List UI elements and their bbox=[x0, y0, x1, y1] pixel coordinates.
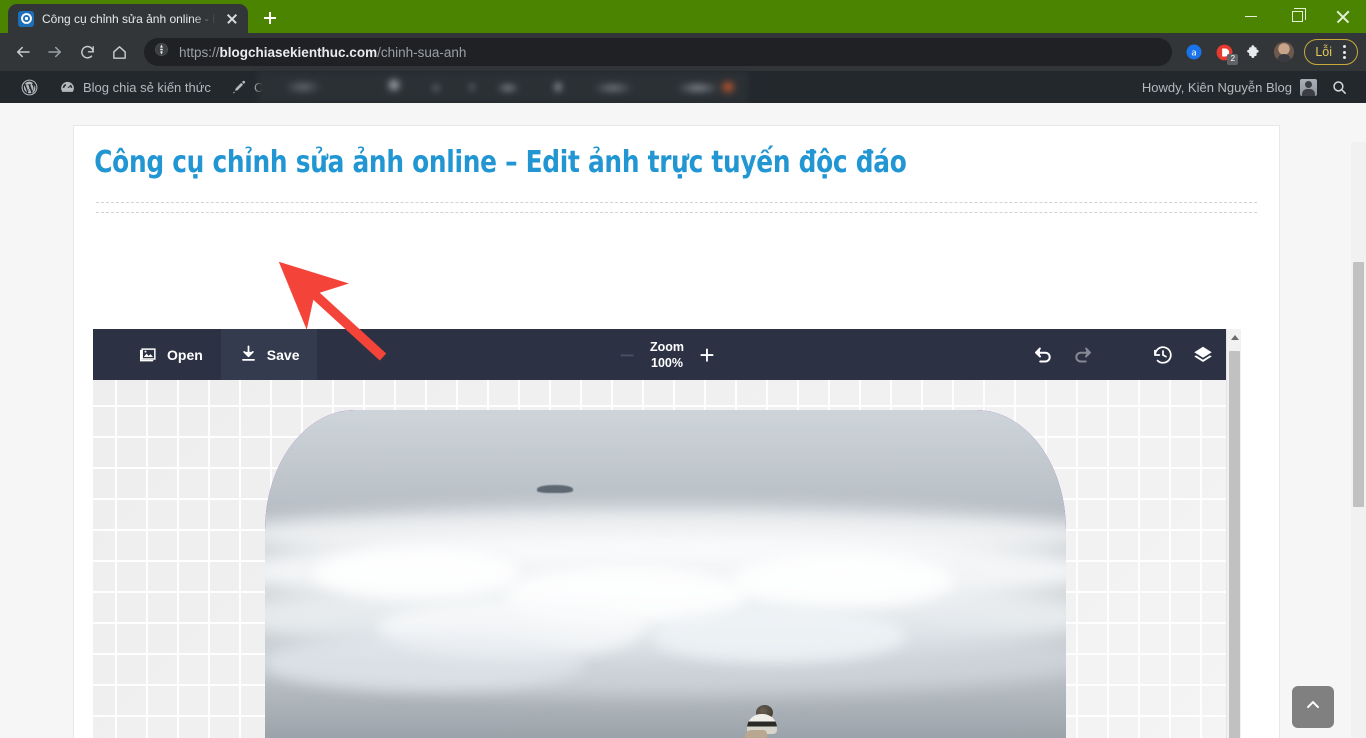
divider-1 bbox=[96, 201, 1257, 203]
editor-toolbar: Open Save − Zoom 100% + bbox=[93, 329, 1241, 380]
url-domain: blogchiasekienthuc.com bbox=[219, 44, 378, 60]
forward-arrow-icon[interactable] bbox=[40, 37, 70, 67]
tab-strip: Công cụ chỉnh sửa ảnh online - E bbox=[0, 0, 284, 33]
zoom-controls: − Zoom 100% + bbox=[608, 329, 726, 380]
error-pill[interactable]: Lỗi bbox=[1304, 39, 1358, 65]
zoom-readout: Zoom 100% bbox=[650, 339, 684, 371]
close-tab-icon[interactable] bbox=[224, 11, 240, 27]
profile-avatar[interactable] bbox=[1270, 38, 1298, 66]
hiker-figure bbox=[726, 705, 812, 738]
page-content: Công cụ chỉnh sửa ảnh online – Edit ảnh … bbox=[0, 103, 1366, 738]
wp-site-name-label: Blog chia sẻ kiến thức bbox=[83, 79, 211, 95]
url-scheme: https:// bbox=[179, 44, 220, 60]
distant-peak bbox=[537, 484, 574, 493]
divider-2 bbox=[96, 211, 1257, 213]
browser-titlebar: Công cụ chỉnh sửa ảnh online - E bbox=[0, 0, 1366, 33]
svg-text:a: a bbox=[1192, 48, 1198, 58]
error-pill-label: Lỗi bbox=[1315, 45, 1332, 59]
wp-admin-bar: Blog chia sẻ kiến thức Cus Howdy, Kiên N… bbox=[0, 71, 1366, 103]
reload-icon[interactable] bbox=[72, 37, 102, 67]
chrome-menu-icon[interactable] bbox=[1337, 45, 1351, 59]
extension-badge-count: 2 bbox=[1227, 54, 1239, 65]
zoom-in-button[interactable]: + bbox=[688, 329, 726, 380]
wp-admin-bar-right: Howdy, Kiên Nguyễn Blog bbox=[1142, 78, 1366, 96]
restore-icon[interactable] bbox=[1274, 0, 1320, 33]
address-bar[interactable]: https://blogchiasekienthuc.com/chinh-sua… bbox=[144, 38, 1173, 66]
extension-icons: a 2 Lỗi bbox=[1180, 38, 1358, 66]
back-arrow-icon[interactable] bbox=[8, 37, 38, 67]
download-save-icon bbox=[239, 344, 258, 366]
url-path: /chinh-sua-anh bbox=[377, 44, 467, 60]
search-icon[interactable] bbox=[1317, 79, 1360, 96]
scroll-to-top-button[interactable] bbox=[1292, 686, 1334, 728]
page-scrollbar-thumb[interactable] bbox=[1353, 262, 1364, 507]
editor-vertical-scrollbar[interactable] bbox=[1226, 329, 1241, 738]
edited-image[interactable] bbox=[265, 410, 1066, 738]
adblock-extension-icon[interactable]: a bbox=[1180, 38, 1208, 66]
scrollbar-up-arrow[interactable] bbox=[1227, 329, 1241, 346]
open-button[interactable]: Open bbox=[121, 329, 221, 380]
chevron-up-icon bbox=[1303, 695, 1323, 720]
layers-icon[interactable] bbox=[1183, 329, 1223, 380]
editor-toolbar-left: Open Save bbox=[93, 329, 318, 380]
new-tab-button[interactable] bbox=[256, 4, 284, 32]
zoom-title: Zoom bbox=[649, 339, 685, 354]
editor-toolbar-right bbox=[1023, 329, 1223, 380]
open-image-icon bbox=[139, 344, 158, 366]
editor-canvas[interactable] bbox=[93, 380, 1241, 738]
notification-extension-icon[interactable]: 2 bbox=[1210, 38, 1239, 66]
scrollbar-thumb[interactable] bbox=[1229, 351, 1240, 738]
save-button-label: Save bbox=[266, 346, 300, 363]
user-avatar[interactable] bbox=[1300, 78, 1317, 96]
page-title: Công cụ chỉnh sửa ảnh online – Edit ảnh … bbox=[94, 145, 907, 180]
history-icon[interactable] bbox=[1143, 329, 1183, 380]
window-controls bbox=[1228, 0, 1366, 33]
open-button-label: Open bbox=[167, 346, 203, 363]
obscured-admin-menu-items bbox=[258, 71, 748, 103]
photo-editor-embed: Open Save − Zoom 100% + bbox=[93, 329, 1241, 738]
browser-tab[interactable]: Công cụ chỉnh sửa ảnh online - E bbox=[8, 4, 248, 33]
howdy-label[interactable]: Howdy, Kiên Nguyễn Blog bbox=[1142, 80, 1300, 95]
photo-editor-favicon bbox=[18, 10, 34, 27]
wp-site-name[interactable]: Blog chia sẻ kiến thức bbox=[49, 71, 221, 103]
page-viewport: Blog chia sẻ kiến thức Cus Howdy, Kiên N… bbox=[0, 71, 1366, 738]
wordpress-logo-icon[interactable] bbox=[10, 71, 49, 103]
url-text: https://blogchiasekienthuc.com/chinh-sua… bbox=[179, 45, 466, 60]
save-button[interactable]: Save bbox=[220, 329, 318, 380]
close-window-icon[interactable] bbox=[1320, 0, 1366, 33]
globe-icon bbox=[154, 42, 169, 62]
puzzle-extensions-icon[interactable] bbox=[1240, 38, 1268, 66]
zoom-out-button[interactable]: − bbox=[608, 329, 646, 380]
redo-icon[interactable] bbox=[1063, 329, 1103, 380]
home-icon[interactable] bbox=[104, 37, 134, 67]
page-vertical-scrollbar[interactable] bbox=[1351, 142, 1366, 738]
browser-toolbar: https://blogchiasekienthuc.com/chinh-sua… bbox=[0, 33, 1366, 71]
tab-title: Công cụ chỉnh sửa ảnh online - E bbox=[42, 11, 216, 26]
browser-window: Công cụ chỉnh sửa ảnh online - E https:/… bbox=[0, 0, 1366, 738]
minimize-icon[interactable] bbox=[1228, 0, 1274, 33]
zoom-value: 100% bbox=[651, 355, 683, 370]
undo-icon[interactable] bbox=[1023, 329, 1063, 380]
